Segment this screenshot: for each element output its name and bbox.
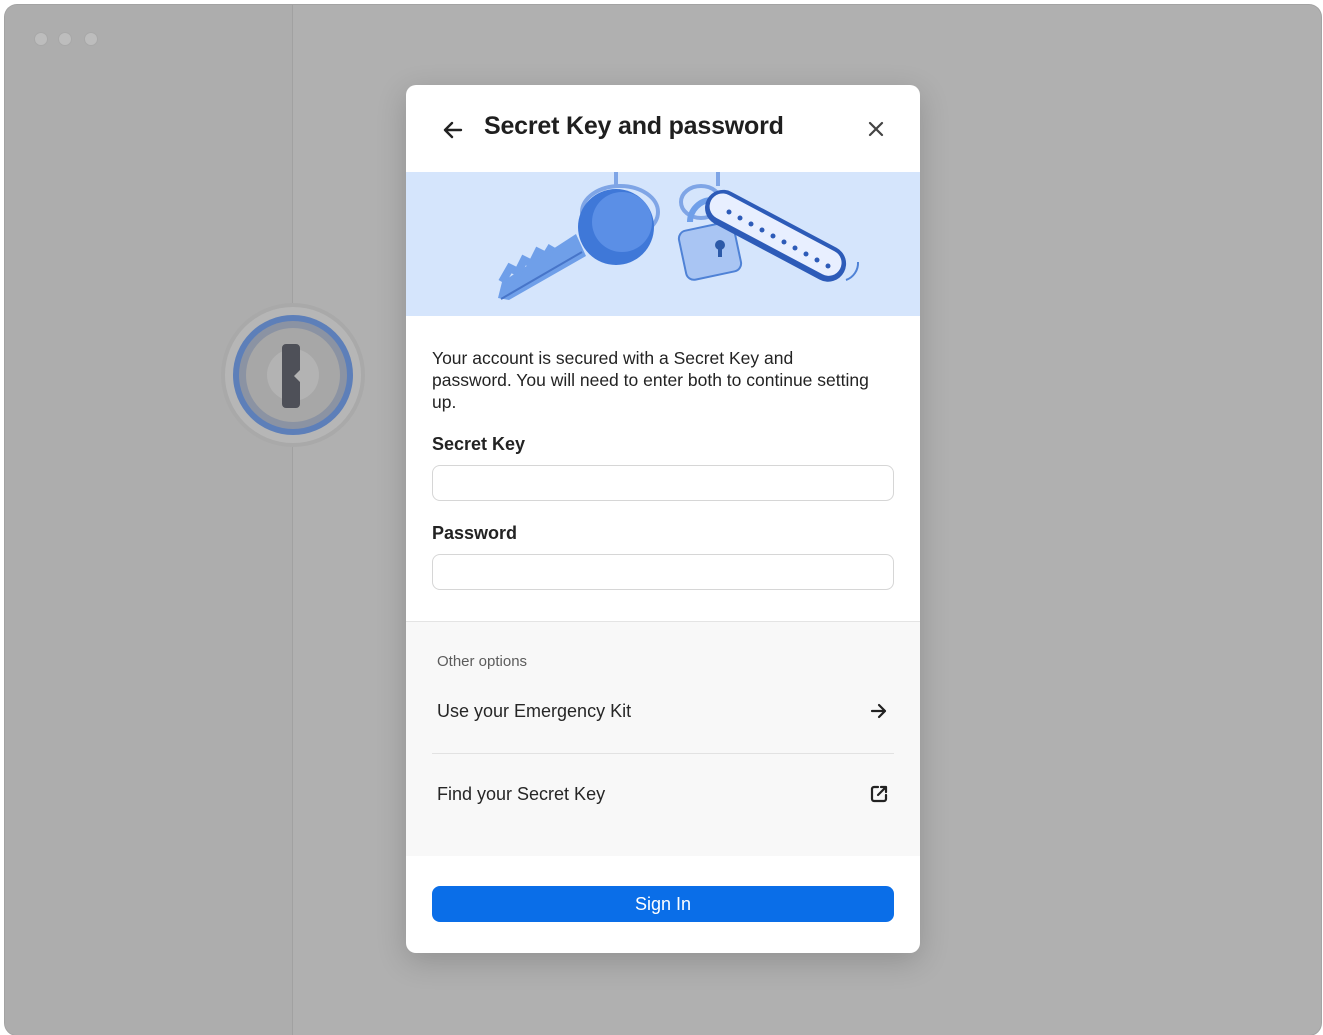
sign-in-dialog: Secret Key and password Your account is … bbox=[406, 85, 920, 953]
arrow-left-icon bbox=[443, 121, 463, 139]
zoom-window-button[interactable] bbox=[84, 32, 98, 46]
close-window-button[interactable] bbox=[34, 32, 48, 46]
secret-key-label: Secret Key bbox=[432, 434, 526, 454]
close-icon bbox=[868, 121, 884, 137]
secret-key-input[interactable] bbox=[432, 465, 894, 501]
keys-illustration bbox=[406, 172, 920, 316]
sign-in-button[interactable]: Sign In bbox=[432, 886, 894, 922]
close-button[interactable] bbox=[864, 117, 888, 141]
dialog-header: Secret Key and password bbox=[406, 85, 920, 172]
option-label: Use your Emergency Kit bbox=[437, 700, 632, 721]
dialog-title: Secret Key and password bbox=[484, 112, 784, 140]
external-link-icon bbox=[868, 783, 890, 805]
option-label: Find your Secret Key bbox=[437, 783, 606, 804]
password-input[interactable] bbox=[432, 554, 894, 590]
back-button[interactable] bbox=[440, 117, 466, 143]
arrow-right-icon bbox=[868, 700, 890, 722]
sidebar bbox=[5, 5, 293, 1035]
minimize-window-button[interactable] bbox=[58, 32, 72, 46]
password-label: Password bbox=[432, 523, 518, 543]
other-options-heading: Other options bbox=[437, 653, 528, 670]
app-logo-icon bbox=[220, 302, 366, 448]
use-emergency-kit-option[interactable]: Use your Emergency Kit bbox=[432, 681, 894, 741]
other-options-section: Other options Use your Emergency Kit Fin… bbox=[406, 621, 920, 856]
option-divider bbox=[432, 753, 894, 754]
find-secret-key-option[interactable]: Find your Secret Key bbox=[432, 764, 894, 824]
dialog-description: Your account is secured with a Secret Ke… bbox=[432, 348, 869, 412]
